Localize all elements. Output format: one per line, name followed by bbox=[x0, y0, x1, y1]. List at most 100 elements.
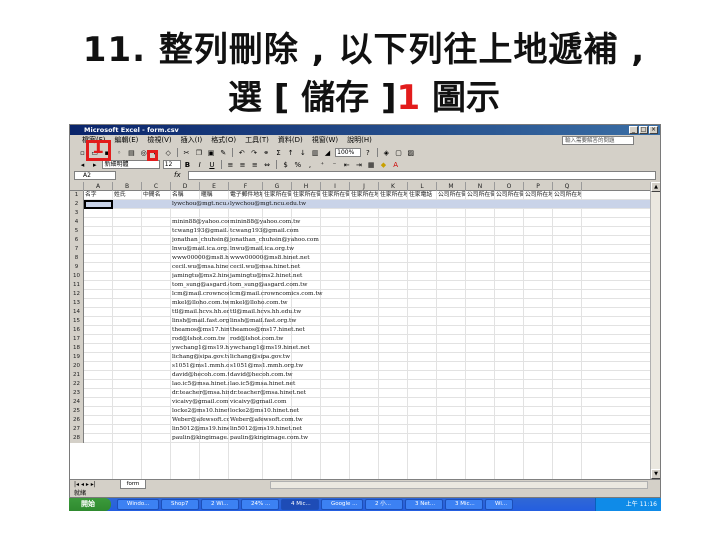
close-icon[interactable]: × bbox=[649, 126, 658, 134]
menu-item[interactable]: 編輯(E) bbox=[115, 136, 139, 144]
table-row[interactable]: s1051@ms1.mmh.org.tws1051@ms1.mmh.org.tw bbox=[84, 362, 652, 371]
column-header[interactable]: F bbox=[229, 182, 263, 191]
cell-name[interactable]: lnwu@mail.ica.org.tw bbox=[172, 245, 229, 254]
cell-name[interactable]: vicaivy@gmail.com bbox=[172, 398, 228, 407]
print-icon[interactable]: ▤ bbox=[127, 148, 136, 157]
row-header[interactable]: 22 bbox=[70, 380, 84, 389]
cell-name[interactable]: paulin@kingimage.com.tw bbox=[172, 434, 229, 443]
cell-email[interactable]: s1051@ms1.mmh.org.tw bbox=[230, 362, 303, 371]
menu-item[interactable]: 視窗(W) bbox=[312, 136, 338, 144]
row-header[interactable]: 28 bbox=[70, 434, 84, 443]
cell-email[interactable]: dr.teacher@msa.hinet.net bbox=[230, 389, 306, 398]
table-row[interactable]: lnwu@mail.ica.org.twlnwu@mail.ica.org.tw bbox=[84, 245, 652, 254]
header-cell[interactable]: 暱稱 bbox=[201, 191, 228, 200]
minimize-icon[interactable]: _ bbox=[629, 126, 638, 134]
taskbar-button[interactable]: 3 Mic... bbox=[445, 499, 483, 510]
worksheet-grid[interactable]: ABCDEFGHIJKLMNOPQ1名字姓氏中間名名稱暱稱電子郵件地址住家所在街… bbox=[70, 182, 652, 479]
cell-email[interactable]: theamos@ms17.hinet.net bbox=[230, 326, 305, 335]
column-header[interactable]: E bbox=[200, 182, 229, 191]
cell-email[interactable]: tom_sung@asgard.com.tw bbox=[230, 281, 307, 290]
header-cell[interactable]: 公司所在街道 3 bbox=[496, 191, 523, 200]
header-cell[interactable]: 電子郵件地址 bbox=[230, 191, 262, 200]
hyperlink-icon[interactable]: ⚭ bbox=[262, 148, 271, 157]
cell-name[interactable]: theamos@ms17.hinet.net bbox=[172, 326, 229, 335]
taskbar-button[interactable]: Windo... bbox=[117, 499, 159, 510]
cell-name[interactable]: lichang@sipa.gov.tw bbox=[172, 353, 229, 362]
cell-email[interactable]: ttl@mail.hcvs.hh.edu.tw bbox=[230, 308, 301, 317]
cell-name[interactable]: locke2@ms10.hinet.net bbox=[172, 407, 229, 416]
help-icon[interactable]: ? bbox=[363, 148, 372, 157]
formula-input[interactable] bbox=[188, 171, 656, 180]
sort-ascending-icon[interactable]: ↑ bbox=[286, 148, 295, 157]
header-cell[interactable]: 住家所在街道 2 bbox=[293, 191, 320, 200]
row-header[interactable]: 10 bbox=[70, 272, 84, 281]
cell-email[interactable]: lao.ic5@msa.hinet.net bbox=[230, 380, 295, 389]
cell-name[interactable]: ttl@mail.hcvs.hh.edu.tw bbox=[172, 308, 229, 317]
autosum-icon[interactable]: Σ bbox=[274, 148, 283, 157]
table-row[interactable]: ywchang1@ms19.hinet.netywchang1@ms19.hin… bbox=[84, 344, 652, 353]
column-header[interactable]: G bbox=[263, 182, 292, 191]
cell-email[interactable]: linsh@mail.fast.org.tw bbox=[230, 317, 296, 326]
vertical-scrollbar[interactable]: ▲ ▼ bbox=[650, 182, 660, 479]
row-header[interactable]: 20 bbox=[70, 362, 84, 371]
cell-name[interactable]: mkel@lloho.com.tw bbox=[172, 299, 229, 308]
table-row[interactable]: lao.ic5@msa.hinet.netlao.ic5@msa.hinet.n… bbox=[84, 380, 652, 389]
header-cell[interactable]: 住家所在地郵遞區號 bbox=[380, 191, 407, 200]
menu-item[interactable]: 格式(O) bbox=[211, 136, 236, 144]
header-cell[interactable]: 姓氏 bbox=[114, 191, 141, 200]
taskbar-button[interactable]: Shop7 bbox=[161, 499, 199, 510]
column-header[interactable]: P bbox=[524, 182, 553, 191]
table-row[interactable]: dr.teacher@msa.hinet.netdr.teacher@msa.h… bbox=[84, 389, 652, 398]
horizontal-scrollbar[interactable] bbox=[270, 481, 648, 489]
underline-icon[interactable]: U bbox=[207, 160, 216, 169]
row-header[interactable]: 17 bbox=[70, 335, 84, 344]
cell-email[interactable]: tcwang193@gmail.com bbox=[230, 227, 299, 236]
table-row[interactable]: david@hecoh.com.tw david@hecoh.com.tw bbox=[84, 371, 652, 380]
cell-name[interactable]: s1051@ms1.mmh.org.tw bbox=[172, 362, 229, 371]
tab-scroll-icons[interactable]: |◂ ◂ ▸ ▸| bbox=[74, 480, 96, 489]
row-header[interactable]: 21 bbox=[70, 371, 84, 380]
copy-icon[interactable]: ❐ bbox=[194, 148, 203, 157]
row-header[interactable]: 4 bbox=[70, 218, 84, 227]
research-icon[interactable]: ◇ bbox=[164, 148, 173, 157]
cell-email[interactable]: lnwu@mail.ica.org.tw bbox=[230, 245, 294, 254]
column-header[interactable]: A bbox=[84, 182, 113, 191]
row-header[interactable]: 27 bbox=[70, 425, 84, 434]
row-header[interactable]: 9 bbox=[70, 263, 84, 272]
table-row[interactable]: locke2@ms10.hinet.netlocke2@ms10.hinet.n… bbox=[84, 407, 652, 416]
taskbar-button[interactable]: 4 Mic... bbox=[281, 499, 319, 510]
cell-email[interactable]: ywchang1@ms19.hinet.net bbox=[230, 344, 310, 353]
table-row[interactable]: lin5012@ms19.hinet.netlin5012@ms19.hinet… bbox=[84, 425, 652, 434]
zoom-select[interactable]: 100% bbox=[335, 148, 362, 157]
fill-color-icon[interactable]: ◆ bbox=[379, 160, 388, 169]
font-name-select[interactable]: 新細明體 bbox=[102, 160, 161, 169]
column-header[interactable]: J bbox=[350, 182, 379, 191]
row-header[interactable]: 12 bbox=[70, 290, 84, 299]
table-row[interactable]: Weber@afewsoft.com.twWeber@afewsoft.com.… bbox=[84, 416, 652, 425]
taskbar-button[interactable]: 24% ... bbox=[241, 499, 279, 510]
taskbar-button[interactable]: Wi... bbox=[485, 499, 513, 510]
table-row[interactable]: theamos@ms17.hinet.nettheamos@ms17.hinet… bbox=[84, 326, 652, 335]
track-icon[interactable]: ▨ bbox=[406, 148, 415, 157]
sheet-tab-form[interactable]: form bbox=[120, 480, 146, 489]
cell-name[interactable]: www00000@ms8.hinet.net bbox=[172, 254, 229, 263]
align-center-icon[interactable]: ≡ bbox=[238, 160, 247, 169]
start-button[interactable]: 開始 bbox=[69, 498, 111, 511]
cell-name[interactable]: tcwang193@gmail.com bbox=[172, 227, 229, 236]
name-box[interactable]: A2 bbox=[74, 171, 116, 180]
header-cell[interactable]: 住家電話 bbox=[409, 191, 436, 200]
chart-wizard-icon[interactable]: ▥ bbox=[311, 148, 320, 157]
cell-email[interactable]: paulin@kingimage.com.tw bbox=[230, 434, 308, 443]
row-header[interactable]: 6 bbox=[70, 236, 84, 245]
column-header[interactable]: N bbox=[466, 182, 495, 191]
column-header[interactable]: H bbox=[292, 182, 321, 191]
column-header[interactable]: K bbox=[379, 182, 408, 191]
table-row[interactable] bbox=[84, 209, 652, 218]
cut-icon[interactable]: ✂ bbox=[182, 148, 191, 157]
menu-item[interactable]: 說明(H) bbox=[347, 136, 372, 144]
reply-icon[interactable]: ◂ bbox=[78, 160, 87, 169]
scroll-down-icon[interactable]: ▼ bbox=[651, 469, 660, 479]
table-row[interactable]: minin88@yahoo.com.twminin88@yahoo.com.tw bbox=[84, 218, 652, 227]
cell-email[interactable]: www00000@ms8.hinet.net bbox=[230, 254, 310, 263]
table-row[interactable]: linsh@mail.fast.org.twlinsh@mail.fast.or… bbox=[84, 317, 652, 326]
